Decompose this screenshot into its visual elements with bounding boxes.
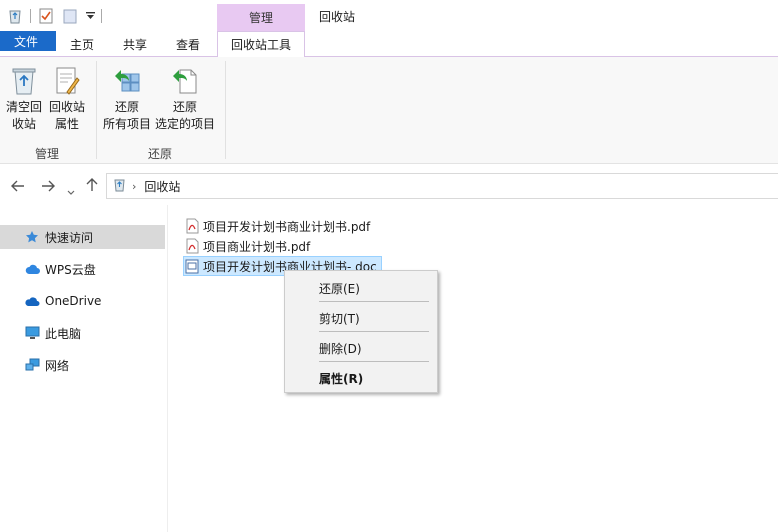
recycle-bin-properties-label-2: 属性: [55, 117, 80, 131]
empty-recycle-bin-icon: [8, 65, 40, 97]
group-label-restore: 还原: [148, 147, 173, 161]
recycle-bin-properties-label-1: 回收站: [49, 100, 86, 114]
menu-item-properties[interactable]: 属性(R): [319, 370, 363, 387]
onedrive-icon: [24, 293, 40, 309]
restore-selected-label-2: 选定的项目: [155, 117, 216, 131]
nav-item-network[interactable]: 网络: [0, 353, 165, 377]
ribbon: 清空回 收站 回收站 属性 管理 还原 所有项目 还原 选定的项目 还原: [0, 57, 778, 164]
menu-item-delete[interactable]: 删除(D): [319, 340, 362, 357]
restore-all-label-2: 所有项目: [103, 117, 152, 131]
tab-view[interactable]: 查看: [162, 31, 214, 57]
recycle-bin-properties-button[interactable]: 回收站 属性: [49, 65, 85, 133]
empty-recycle-bin-button[interactable]: 清空回 收站: [6, 65, 42, 133]
tab-file[interactable]: 文件: [0, 31, 56, 51]
nav-item-label: 此电脑: [45, 326, 82, 341]
title-bar: 管理 回收站: [0, 0, 778, 31]
menu-separator: [319, 301, 429, 302]
quick-access-toolbar: [6, 6, 108, 26]
ribbon-group-separator-2: [225, 61, 226, 159]
qat-separator: [30, 9, 31, 23]
recent-locations-chevron-icon[interactable]: [67, 182, 75, 200]
nav-item-label: OneDrive: [45, 294, 102, 308]
qat-end-separator: [101, 9, 102, 23]
restore-all-label-1: 还原: [115, 100, 140, 114]
nav-item-label: WPS云盘: [45, 262, 96, 277]
navigation-pane: 快速访问 WPS云盘 OneDrive 此电脑 网络: [0, 205, 168, 532]
restore-all-icon: [111, 65, 143, 97]
nav-item-onedrive[interactable]: OneDrive: [0, 289, 165, 313]
ribbon-tabs: 文件 主页 共享 查看 回收站工具: [0, 31, 778, 58]
nav-item-wps-cloud[interactable]: WPS云盘: [0, 257, 165, 281]
tab-share[interactable]: 共享: [108, 31, 162, 57]
menu-separator: [319, 331, 429, 332]
file-name: 项目商业计划书.pdf: [203, 239, 311, 254]
group-label-manage: 管理: [35, 147, 60, 161]
menu-separator: [319, 361, 429, 362]
empty-recycle-bin-label-1: 清空回: [6, 100, 43, 114]
breadcrumb-chevron-icon[interactable]: ›: [132, 180, 136, 193]
nav-item-this-pc[interactable]: 此电脑: [0, 321, 165, 345]
address-path[interactable]: 回收站: [144, 178, 180, 195]
nav-item-label: 快速访问: [45, 230, 94, 245]
nav-item-quick-access[interactable]: 快速访问: [0, 225, 165, 249]
restore-selected-label-1: 还原: [173, 100, 198, 114]
up-arrow-icon[interactable]: [86, 178, 98, 196]
file-name: 项目开发计划书商业计划书.pdf: [203, 219, 371, 234]
menu-item-cut[interactable]: 剪切(T): [319, 310, 360, 327]
ribbon-group-separator: [96, 61, 97, 159]
window-title: 回收站: [319, 10, 356, 24]
doc-file-icon: [184, 258, 200, 274]
restore-all-button[interactable]: 还原 所有项目: [103, 65, 151, 133]
restore-selected-icon: [169, 65, 201, 97]
new-folder-icon[interactable]: [61, 7, 79, 25]
context-tab-header: 管理: [217, 4, 305, 31]
computer-icon: [24, 325, 40, 341]
star-icon: [24, 229, 40, 245]
tab-recycle-bin-tools[interactable]: 回收站工具: [217, 31, 305, 58]
nav-item-label: 网络: [45, 358, 70, 373]
properties-icon[interactable]: [37, 7, 55, 25]
pdf-file-icon: [184, 238, 200, 254]
recycle-bin-icon[interactable]: [6, 7, 24, 25]
customize-qat-icon[interactable]: [85, 7, 95, 25]
forward-arrow-icon[interactable]: [41, 178, 55, 196]
back-arrow-icon[interactable]: [11, 178, 25, 196]
address-bar[interactable]: › 回收站: [106, 173, 778, 199]
menu-item-restore[interactable]: 还原(E): [319, 280, 360, 297]
list-item[interactable]: 项目商业计划书.pdf: [184, 236, 314, 256]
restore-selected-button[interactable]: 还原 选定的项目: [155, 65, 215, 133]
navigation-bar: › 回收站: [0, 170, 778, 202]
network-icon: [24, 357, 40, 373]
empty-recycle-bin-label-2: 收站: [12, 117, 37, 131]
pdf-file-icon: [184, 218, 200, 234]
context-menu: 还原(E) 剪切(T) 删除(D) 属性(R): [284, 270, 438, 393]
recycle-bin-properties-icon: [51, 65, 83, 97]
cloud-icon: [24, 261, 40, 277]
tab-home[interactable]: 主页: [56, 31, 108, 57]
list-item[interactable]: 项目开发计划书商业计划书.pdf: [184, 216, 374, 236]
address-recycle-bin-icon: [113, 177, 126, 195]
